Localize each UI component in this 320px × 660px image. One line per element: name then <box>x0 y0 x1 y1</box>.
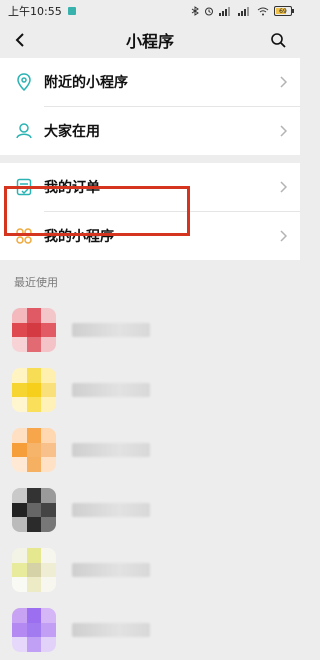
menu-label-mine: 我的小程序 <box>44 229 114 245</box>
battery-level: 69 <box>279 7 287 15</box>
menu-label-everyone: 大家在用 <box>44 124 100 140</box>
status-time: 上午10:55 <box>8 5 62 18</box>
recent-header: 最近使用 <box>14 276 58 289</box>
chevron-right-icon <box>274 125 292 137</box>
app-thumbnail <box>12 548 56 592</box>
recent-item[interactable] <box>0 480 300 540</box>
chevron-right-icon <box>274 181 292 193</box>
mini-programs-icon <box>12 224 36 248</box>
blurred-app-name <box>72 443 150 457</box>
section-gap <box>0 155 300 163</box>
chevron-right-icon <box>274 76 292 88</box>
nav-bar: 小程序 <box>0 22 300 58</box>
location-pin-icon <box>12 70 36 94</box>
blurred-app-name <box>72 503 150 517</box>
app-thumbnail <box>12 488 56 532</box>
battery-icon: 69 <box>274 6 294 16</box>
chevron-right-icon <box>274 230 292 242</box>
menu-item-orders[interactable]: 我的订单 <box>0 163 300 211</box>
blurred-app-name <box>72 623 150 637</box>
status-left: 上午10:55 <box>8 3 76 19</box>
recent-item[interactable] <box>0 600 300 660</box>
blurred-app-name <box>72 383 150 397</box>
recent-list <box>0 300 300 660</box>
search-icon <box>271 33 286 48</box>
recent-item[interactable] <box>0 300 300 360</box>
notification-icon <box>67 7 76 15</box>
order-list-icon <box>12 175 36 199</box>
status-bar: 上午10:55 69 <box>0 0 300 22</box>
app-thumbnail <box>12 368 56 412</box>
users-icon <box>12 119 36 143</box>
menu-item-nearby[interactable]: 附近的小程序 <box>0 58 300 106</box>
back-arrow-icon <box>15 33 24 47</box>
menu-item-everyone[interactable]: 大家在用 <box>0 107 300 155</box>
menu-group-1: 附近的小程序 大家在用 <box>0 58 300 155</box>
recent-item[interactable] <box>0 540 300 600</box>
menu-label-orders: 我的订单 <box>44 180 100 196</box>
menu-item-mine[interactable]: 我的小程序 <box>0 212 300 260</box>
blurred-app-name <box>72 323 150 337</box>
app-thumbnail <box>12 308 56 352</box>
signal-icon-2 <box>238 6 249 16</box>
alarm-icon <box>205 7 213 16</box>
status-right: 69 <box>191 6 294 16</box>
recent-item[interactable] <box>0 420 300 480</box>
recent-item[interactable] <box>0 360 300 420</box>
menu-group-2: 我的订单 我的小程序 <box>0 163 300 260</box>
signal-icon-1 <box>219 6 230 16</box>
back-button[interactable] <box>6 22 34 58</box>
app-thumbnail <box>12 608 56 652</box>
page-title: 小程序 <box>125 32 174 51</box>
wifi-icon <box>257 7 269 15</box>
blurred-app-name <box>72 563 150 577</box>
app-thumbnail <box>12 428 56 472</box>
search-button[interactable] <box>264 22 292 58</box>
bluetooth-icon <box>191 6 199 16</box>
menu-label-nearby: 附近的小程序 <box>44 75 128 91</box>
